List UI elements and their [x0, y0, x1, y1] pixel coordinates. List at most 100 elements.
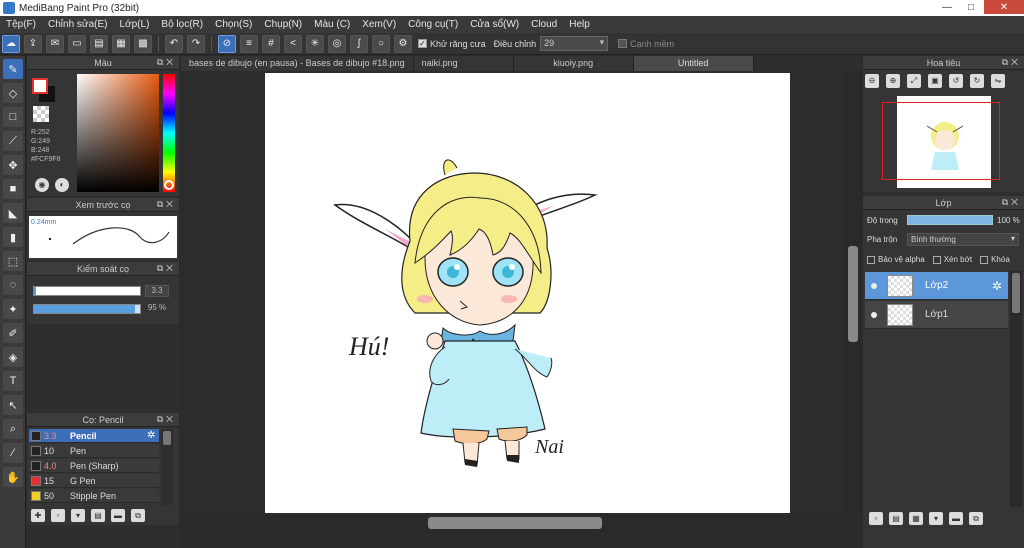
brush-item-g-pen[interactable]: 15 G Pen [29, 474, 159, 488]
zoom-in-icon[interactable]: ⊕ [886, 74, 900, 88]
menu-color[interactable]: Màu (C) [308, 19, 356, 30]
undo-icon[interactable]: ↶ [165, 34, 183, 53]
comment-icon[interactable]: ✉ [46, 34, 64, 53]
navigator-view-frame[interactable] [882, 102, 1000, 180]
snap-off-icon[interactable]: ⊘ [218, 34, 236, 53]
layer-opacity-slider[interactable] [907, 215, 993, 225]
tiles-icon[interactable]: ▩ [134, 34, 152, 53]
layer-item-lop2[interactable]: Lớp2 ✲ [865, 272, 1008, 300]
duplicate-layer-icon[interactable]: ⧉ [969, 512, 983, 525]
visibility-icon[interactable] [871, 282, 877, 289]
grid-snap-icon[interactable]: # [262, 34, 280, 53]
menu-snap[interactable]: Chụp(N) [258, 19, 308, 30]
fit-icon[interactable]: ⤢ [907, 74, 921, 88]
brush-item-pen[interactable]: 10 Pen [29, 444, 159, 458]
brush-icon[interactable]: ✎ [3, 59, 23, 79]
menu-filter[interactable]: Bộ lọc(R) [155, 19, 209, 30]
new-8bit-layer-icon[interactable]: ▦ [909, 512, 923, 525]
fill-rect-icon[interactable]: ■ [3, 179, 23, 199]
brush-item-stipple-pen[interactable]: 50 Stipple Pen [29, 489, 159, 503]
panel-controls-icon[interactable]: ⧉✕ [157, 199, 176, 210]
visibility-icon[interactable] [871, 311, 877, 318]
minimize-button[interactable]: — [936, 0, 958, 14]
antialias-checkbox[interactable]: ✓ [418, 39, 427, 48]
share-icon[interactable]: ⇪ [24, 34, 42, 53]
close-button[interactable]: ✕ [984, 0, 1024, 14]
tab-untitled[interactable]: Untitled [633, 56, 754, 71]
menu-help[interactable]: Help [563, 19, 596, 30]
angle-snap-icon[interactable]: < [284, 34, 302, 53]
tab-kiuoiy[interactable]: kiuoiy.png [513, 56, 634, 71]
dropper-icon[interactable]: ⌕ [3, 419, 23, 439]
menu-view[interactable]: Xem(V) [356, 19, 402, 30]
brush-item-pencil[interactable]: 3.3 Pencil ✲ [29, 429, 159, 443]
zoom-out-icon[interactable]: ⊖ [865, 74, 879, 88]
layer-list-scrollbar[interactable] [1010, 271, 1022, 507]
canvas-vertical-scrollbar[interactable] [845, 71, 861, 515]
parallel-snap-icon[interactable]: ≡ [240, 34, 258, 53]
brush-size-slider[interactable] [33, 286, 141, 296]
gear-icon[interactable]: ✲ [147, 430, 159, 441]
protect-alpha-checkbox[interactable] [867, 255, 875, 264]
menu-tools[interactable]: Công cụ(T) [402, 19, 464, 30]
menu-cloud[interactable]: Cloud [525, 19, 563, 30]
tab-naiki[interactable]: naiki.png [413, 56, 514, 71]
circle-snap-icon[interactable]: ○ [372, 34, 390, 53]
soft-edge-checkbox[interactable] [618, 39, 628, 48]
brush-list-scrollbar[interactable] [161, 429, 173, 505]
menu-select[interactable]: Chọn(S) [209, 19, 258, 30]
hue-slider-handle[interactable] [164, 180, 174, 190]
select-pen-icon[interactable]: ✐ [3, 323, 23, 343]
move-icon[interactable]: ✥ [3, 155, 23, 175]
add-brush-icon[interactable]: ✚ [31, 509, 45, 522]
grid-doc-icon[interactable]: ▦ [112, 34, 130, 53]
folder-icon[interactable]: ▬ [111, 509, 125, 522]
clipping-checkbox[interactable] [932, 255, 941, 264]
add-layer-menu-icon[interactable]: ▾ [929, 512, 943, 525]
menu-file[interactable]: Tệp(F) [0, 19, 42, 30]
menu-window[interactable]: Cửa sổ(W) [464, 19, 525, 30]
hue-slider[interactable] [163, 74, 175, 192]
redo-icon[interactable]: ↷ [187, 34, 205, 53]
tab-bases-de-dibujo[interactable]: bases de dibujo (en pausa) - Bases de di… [181, 56, 414, 71]
hand-icon[interactable]: ✋ [3, 467, 23, 487]
bucket-icon[interactable]: ◣ [3, 203, 23, 223]
flip-icon[interactable]: ⇋ [991, 74, 1005, 88]
cloud-icon[interactable]: ☁ [2, 34, 20, 53]
color-set-icon[interactable]: ◐ [55, 178, 69, 192]
adjust-select[interactable]: 29 [540, 36, 609, 51]
text-icon[interactable]: T [3, 371, 23, 391]
panel-controls-icon[interactable]: ⧉✕ [1002, 57, 1021, 68]
saturation-value-picker[interactable] [77, 74, 159, 192]
blend-mode-select[interactable]: Bình thường [907, 233, 1019, 246]
magic-wand-icon[interactable]: ✦ [3, 299, 23, 319]
rotate-right-icon[interactable]: ↻ [970, 74, 984, 88]
curve-snap-icon[interactable]: ∫ [350, 34, 368, 53]
new-brush-icon[interactable]: ▫ [51, 509, 65, 522]
rotate-left-icon[interactable]: ↺ [949, 74, 963, 88]
actual-size-icon[interactable]: ▣ [928, 74, 942, 88]
maximize-button[interactable]: □ [960, 0, 982, 14]
layer-folder-icon[interactable]: ▬ [949, 512, 963, 525]
brush-size-value[interactable]: 3.3 [145, 285, 169, 297]
eraser-icon[interactable]: ◇ [3, 83, 23, 103]
document-icon[interactable]: ▤ [90, 34, 108, 53]
select-eraser-icon[interactable]: ◈ [3, 347, 23, 367]
lasso-icon[interactable]: ◌ [3, 275, 23, 295]
gradient-icon[interactable]: ▮ [3, 227, 23, 247]
concentric-snap-icon[interactable]: ◎ [328, 34, 346, 53]
copy-icon[interactable]: ⧉ [131, 509, 145, 522]
scrollbar-thumb[interactable] [848, 246, 858, 342]
canvas-horizontal-scrollbar[interactable] [181, 515, 845, 531]
chat-icon[interactable]: ▭ [68, 34, 86, 53]
eyedropper-icon[interactable]: ⁄ [3, 443, 23, 463]
foreground-color-swatch[interactable] [32, 78, 48, 94]
radial-snap-icon[interactable]: ✳ [306, 34, 324, 53]
palette-icon[interactable]: ◉ [35, 178, 49, 192]
brush-settings-icon[interactable]: ▤ [91, 509, 105, 522]
panel-controls-icon[interactable]: ⧉✕ [157, 57, 176, 68]
panel-controls-icon[interactable]: ⧉✕ [157, 414, 176, 425]
menu-layer[interactable]: Lớp(L) [114, 19, 156, 30]
dot-icon[interactable]: ⟋ [3, 131, 23, 151]
panel-controls-icon[interactable]: ⧉✕ [157, 263, 176, 274]
